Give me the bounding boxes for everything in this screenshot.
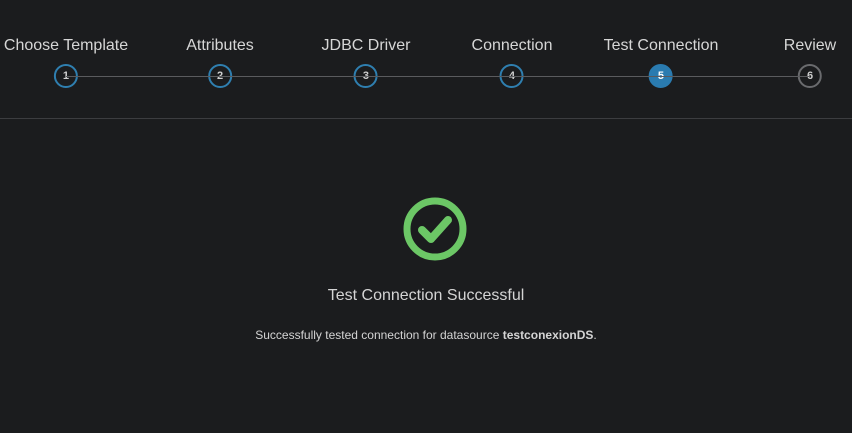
- check-circle-icon: [403, 197, 467, 261]
- step-attributes[interactable]: Attributes 2: [186, 35, 254, 88]
- step-label: JDBC Driver: [321, 37, 411, 54]
- step-review[interactable]: Review 6: [784, 35, 836, 88]
- datasource-name: testconexionDS: [502, 328, 594, 342]
- message-prefix: Successfully tested connection for datas…: [255, 328, 503, 342]
- step-connector: [66, 76, 220, 77]
- wizard-steps: Choose Template 1 Attributes 2 JDBC Driv…: [0, 0, 852, 119]
- result-message: Successfully tested connection for datas…: [0, 328, 852, 342]
- step-connector: [220, 76, 366, 77]
- result-title: Test Connection Successful: [327, 287, 525, 304]
- step-jdbc-driver[interactable]: JDBC Driver 3: [321, 35, 411, 88]
- step-choose-template[interactable]: Choose Template 1: [4, 35, 128, 88]
- step-test-connection[interactable]: Test Connection 5: [603, 35, 719, 88]
- step-label: Connection: [471, 37, 553, 54]
- step-connector: [512, 76, 661, 77]
- message-suffix: .: [593, 328, 597, 342]
- step-label: Attributes: [186, 37, 254, 54]
- step-connector: [661, 76, 810, 77]
- step-label: Test Connection: [603, 37, 719, 54]
- step-connection[interactable]: Connection 4: [471, 35, 553, 88]
- step-connector: [366, 76, 512, 77]
- step-label: Choose Template: [3, 37, 129, 54]
- step-label: Review: [783, 37, 837, 54]
